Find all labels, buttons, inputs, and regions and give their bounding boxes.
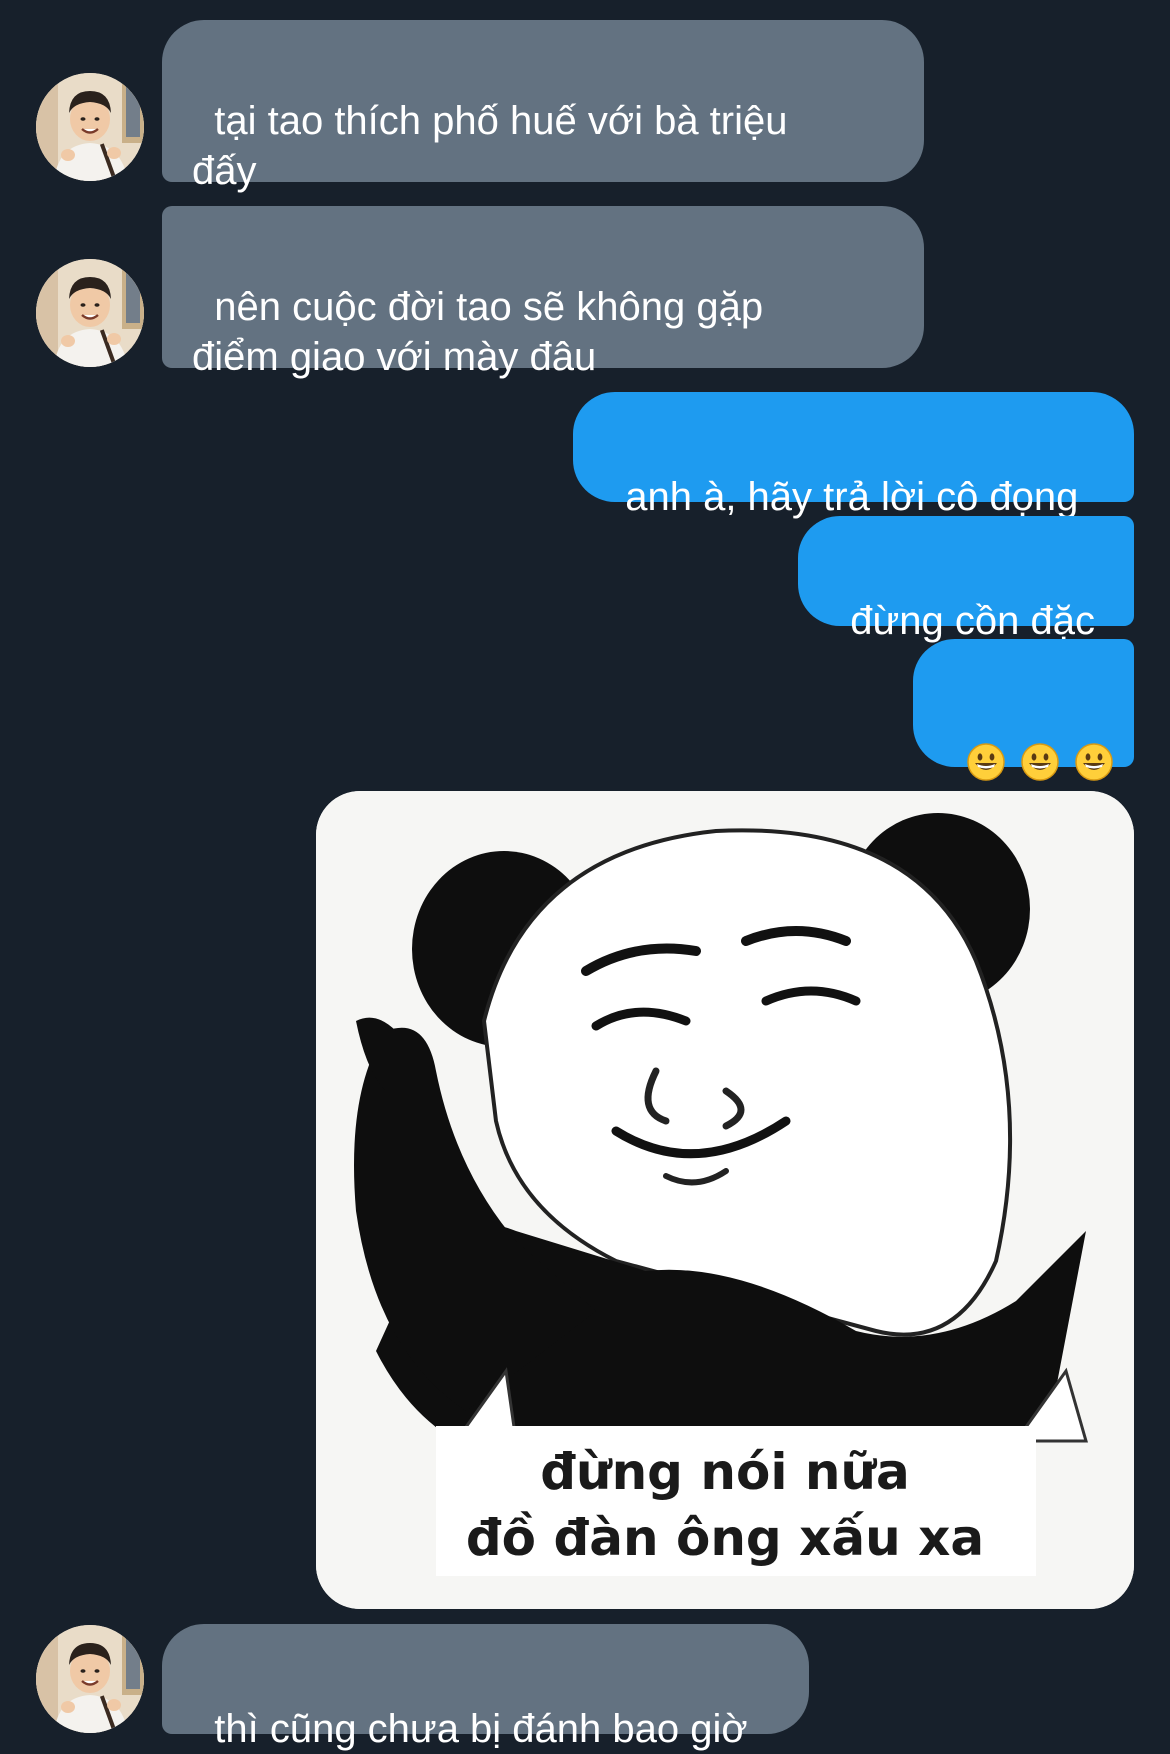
message-text: nên cuộc đời tao sẽ không gặp điểm giao …	[192, 285, 764, 379]
sticker-caption-line: đừng nói nữa	[540, 1443, 910, 1501]
sticker-caption-line: đồ đàn ông xấu xa	[465, 1509, 985, 1567]
grinning-face-emoji	[967, 743, 1005, 782]
message-text: tại tao thích phố huế với bà triệu đấy	[192, 99, 788, 193]
incoming-message-bubble[interactable]: nên cuộc đời tao sẽ không gặp điểm giao …	[162, 206, 924, 379]
sticker-caption: đừng nói nữa đồ đàn ông xấu xa	[316, 1439, 1134, 1571]
outgoing-message-bubble[interactable]: đừng cồn đặc	[798, 516, 1134, 643]
grinning-face-emoji	[1075, 743, 1113, 782]
contact-avatar[interactable]	[36, 73, 144, 181]
panda-meme-sticker[interactable]: đừng nói nữa đồ đàn ông xấu xa	[316, 791, 1134, 1609]
message-text: thì cũng chưa bị đánh bao giờ	[214, 1707, 748, 1751]
incoming-message-bubble[interactable]: thì cũng chưa bị đánh bao giờ	[162, 1624, 809, 1751]
contact-avatar[interactable]	[36, 1625, 144, 1733]
contact-avatar[interactable]	[36, 259, 144, 367]
grinning-face-emoji	[1021, 743, 1059, 782]
incoming-message-bubble[interactable]: tại tao thích phố huế với bà triệu đấy	[162, 20, 924, 193]
message-text: đừng cồn đặc	[850, 599, 1095, 643]
outgoing-message-bubble[interactable]: anh à, hãy trả lời cô đọng	[573, 392, 1134, 519]
message-text: anh à, hãy trả lời cô đọng	[625, 475, 1079, 519]
outgoing-emoji-bubble[interactable]	[913, 639, 1134, 782]
